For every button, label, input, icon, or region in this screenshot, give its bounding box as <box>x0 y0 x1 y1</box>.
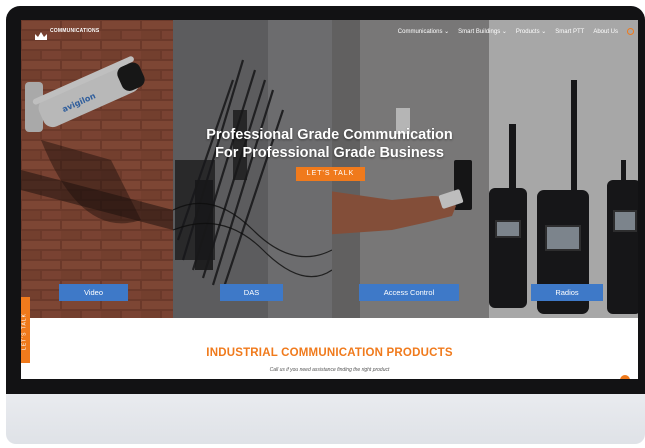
das-button[interactable]: DAS <box>220 284 283 301</box>
nav-item-smart-ptt[interactable]: Smart PTT <box>555 29 584 35</box>
laptop-base <box>6 394 645 444</box>
nav-item-smart-buildings[interactable]: Smart Buildings ⌄ <box>458 28 507 35</box>
top-navigation: COMMUNICATIONS Communications ⌄ Smart Bu… <box>21 20 638 46</box>
search-icon[interactable] <box>627 28 634 35</box>
website-screen: avigilon COMMUNICATIONS Communications ⌄… <box>21 20 638 379</box>
stage: avigilon COMMUNICATIONS Communications ⌄… <box>0 0 645 448</box>
hero-headline-line-1: Professional Grade Communication <box>206 127 453 143</box>
nav-item-about-us[interactable]: About Us <box>593 29 618 35</box>
nav-item-communications[interactable]: Communications ⌄ <box>398 28 449 35</box>
access-control-button[interactable]: Access Control <box>359 284 459 301</box>
products-section-subtitle: Call us if you need assistance finding t… <box>269 367 390 373</box>
radios-button[interactable]: Radios <box>531 284 603 301</box>
hero-headline: Professional Grade Communication For Pro… <box>21 126 638 162</box>
video-button[interactable]: Video <box>59 284 128 301</box>
hero-headline-line-2: For Professional Grade Business <box>215 145 444 161</box>
chat-launcher-icon[interactable] <box>620 375 630 379</box>
crown-logo-icon <box>35 27 47 40</box>
nav-item-products[interactable]: Products ⌄ <box>516 28 546 35</box>
brand-logo[interactable]: COMMUNICATIONS <box>35 27 100 40</box>
main-menu: Communications ⌄ Smart Buildings ⌄ Produ… <box>398 28 634 35</box>
hero-section: avigilon COMMUNICATIONS Communications ⌄… <box>21 20 638 318</box>
products-section-title: INDUSTRIAL COMMUNICATION PRODUCTS <box>206 347 453 359</box>
brand-name: COMMUNICATIONS <box>50 28 100 34</box>
lets-talk-button[interactable]: LET'S TALK <box>296 167 365 181</box>
